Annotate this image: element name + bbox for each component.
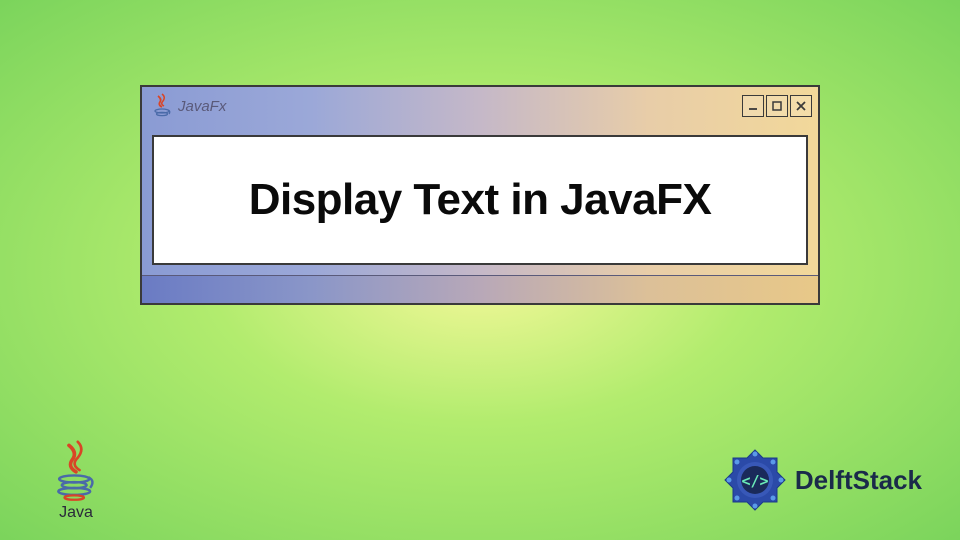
window-controls <box>742 95 812 117</box>
main-heading: Display Text in JavaFX <box>174 175 786 225</box>
titlebar: JavaFx <box>142 87 818 125</box>
delftstack-brand: </> DelftStack <box>721 446 922 514</box>
window-title: JavaFx <box>178 98 226 115</box>
java-label: Java <box>59 504 93 522</box>
java-icon <box>152 93 172 119</box>
brand-name: DelftStack <box>795 465 922 496</box>
window-content: Display Text in JavaFX <box>142 125 818 275</box>
maximize-button[interactable] <box>766 95 788 117</box>
status-bar <box>142 275 818 303</box>
minimize-button[interactable] <box>742 95 764 117</box>
maximize-icon <box>771 100 783 112</box>
minimize-icon <box>747 100 759 112</box>
close-button[interactable] <box>790 95 812 117</box>
titlebar-left: JavaFx <box>152 93 226 119</box>
close-icon <box>795 100 807 112</box>
text-panel: Display Text in JavaFX <box>152 135 808 265</box>
delftstack-icon: </> <box>721 446 789 514</box>
svg-text:</>: </> <box>741 472 768 490</box>
java-cup-icon <box>48 440 104 502</box>
javafx-window: JavaFx Display Text in JavaFX <box>140 85 820 305</box>
java-logo: Java <box>48 440 104 522</box>
